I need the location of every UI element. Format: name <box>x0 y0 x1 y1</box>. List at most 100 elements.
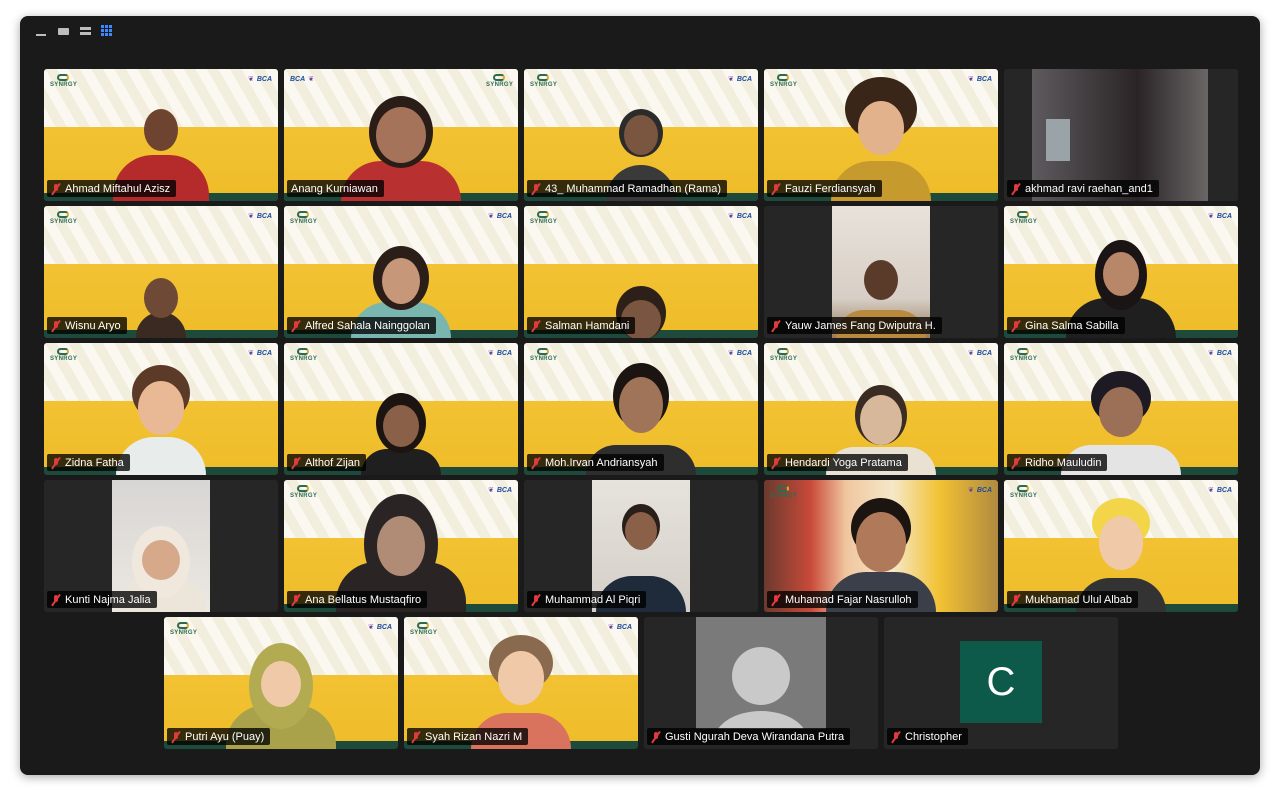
participant-tile[interactable]: SYNRGY ❦ BCA Althof Zijan <box>284 343 518 475</box>
participant-name-tag: Gina Salma Sabilla <box>1007 317 1125 334</box>
mic-muted-icon <box>771 594 781 606</box>
participant-tile[interactable]: SYNRGY ❦ BCA Ridho Mauludin <box>1004 343 1238 475</box>
bca-logo: ❦ BCA <box>1207 212 1232 221</box>
participant-name-tag: Anang Kurniawan <box>287 180 384 197</box>
synrgy-logo: SYNRGY <box>770 74 797 88</box>
bca-logo: ❦ BCA <box>727 75 752 84</box>
participant-name-tag: Christopher <box>887 728 968 745</box>
synrgy-logo: SYNRGY <box>50 211 77 225</box>
mic-muted-icon <box>891 731 901 743</box>
speaker-view-icon[interactable] <box>56 24 70 38</box>
participant-name-tag: Althof Zijan <box>287 454 367 471</box>
participant-tile[interactable]: SYNRGY ❦ BCA Mukhamad Ulul Albab <box>1004 480 1238 612</box>
mic-muted-icon <box>171 731 181 743</box>
bca-logo: ❦ BCA <box>1207 349 1232 358</box>
mic-muted-icon <box>1011 183 1021 195</box>
bca-logo: ❦ BCA <box>607 623 632 632</box>
participant-tile[interactable]: SYNRGY ❦ BCA Ana Bellatus Mustaqfiro <box>284 480 518 612</box>
participant-tile[interactable]: SYNRGY ❦ BCA Muhamad Fajar Nasrulloh <box>764 480 998 612</box>
participant-tile[interactable]: SYNRGY ❦ BCA Moh.Irvan Andriansyah <box>524 343 758 475</box>
synrgy-logo: SYNRGY <box>530 74 557 88</box>
bca-logo: ❦ BCA <box>967 349 992 358</box>
bca-logo: ❦ BCA <box>487 212 512 221</box>
participant-tile-video-off[interactable]: C Christopher <box>884 617 1118 749</box>
participant-name-tag: Zidna Fatha <box>47 454 130 471</box>
mic-muted-icon <box>651 731 661 743</box>
strip-view-icon[interactable] <box>78 24 92 38</box>
participant-tile[interactable]: SYNRGY ❦ BCA Gina Salma Sabilla <box>1004 206 1238 338</box>
bca-logo: ❦ BCA <box>967 486 992 495</box>
mic-muted-icon <box>51 457 61 469</box>
mic-muted-icon <box>51 183 61 195</box>
gallery-view-icon[interactable] <box>100 24 114 38</box>
participant-tile[interactable]: SYNRGY ❦ BCA Wisnu Aryo <box>44 206 278 338</box>
participant-name-tag: Ridho Mauludin <box>1007 454 1108 471</box>
participant-tile-active-speaker[interactable]: SYNRGY BCA ❦ Anang Kurniawan <box>284 69 518 201</box>
synrgy-logo: SYNRGY <box>290 211 317 225</box>
mic-muted-icon <box>51 320 61 332</box>
participant-name-tag: Ahmad Miftahul Azisz <box>47 180 177 197</box>
bca-logo: ❦ BCA <box>487 486 512 495</box>
synrgy-logo: SYNRGY <box>486 74 513 88</box>
participant-tile[interactable]: SYNRGY ❦ BCA Ahmad Miftahul Azisz <box>44 69 278 201</box>
bca-logo: ❦ BCA <box>247 212 272 221</box>
mic-muted-icon <box>771 183 781 195</box>
participant-tile[interactable]: SYNRGY ❦ BCA 43_ Muhammad Ramadhan (Rama) <box>524 69 758 201</box>
synrgy-logo: SYNRGY <box>770 348 797 362</box>
participant-tile[interactable]: Muhammad Al Piqri <box>524 480 758 612</box>
synrgy-logo: SYNRGY <box>50 348 77 362</box>
mic-muted-icon <box>531 594 541 606</box>
participant-name-tag: Wisnu Aryo <box>47 317 127 334</box>
synrgy-logo: SYNRGY <box>1010 485 1037 499</box>
participant-tile[interactable]: SYNRGY ❦ BCA Putri Ayu (Puay) <box>164 617 398 749</box>
participant-tile[interactable]: SYNRGY ❦ BCA Alfred Sahala Nainggolan <box>284 206 518 338</box>
bca-logo: ❦ BCA <box>727 349 752 358</box>
synrgy-logo: SYNRGY <box>530 348 557 362</box>
participant-name-tag: Mukhamad Ulul Albab <box>1007 591 1139 608</box>
participant-tile[interactable]: SYNRGY ❦ BCA Fauzi Ferdiansyah <box>764 69 998 201</box>
synrgy-logo: SYNRGY <box>290 348 317 362</box>
participant-tile[interactable]: SYNRGY ❦ BCA Zidna Fatha <box>44 343 278 475</box>
mic-muted-icon <box>531 457 541 469</box>
bca-logo: ❦ BCA <box>367 623 392 632</box>
synrgy-logo: SYNRGY <box>770 485 797 499</box>
participant-name-tag: Kunti Najma Jalia <box>47 591 157 608</box>
synrgy-logo: SYNRGY <box>50 74 77 88</box>
synrgy-logo: SYNRGY <box>170 622 197 636</box>
synrgy-logo: SYNRGY <box>290 485 317 499</box>
participant-name-tag: Salman Hamdani <box>527 317 636 334</box>
synrgy-logo: SYNRGY <box>530 211 557 225</box>
participant-name-tag: akhmad ravi raehan_and1 <box>1007 180 1159 197</box>
participant-tile-video-off[interactable]: Gusti Ngurah Deva Wirandana Putra <box>644 617 878 749</box>
minimize-icon[interactable] <box>34 24 48 38</box>
participant-name-tag: Fauzi Ferdiansyah <box>767 180 882 197</box>
mic-muted-icon <box>291 457 301 469</box>
bca-logo: ❦ BCA <box>967 75 992 84</box>
participant-name-tag: Muhamad Fajar Nasrulloh <box>767 591 918 608</box>
mic-muted-icon <box>291 594 301 606</box>
view-controls <box>34 24 114 38</box>
mic-muted-icon <box>411 731 421 743</box>
mic-muted-icon <box>771 320 781 332</box>
mic-muted-icon <box>531 320 541 332</box>
participant-tile[interactable]: SYNRGY ❦ BCA Hendardi Yoga Pratama <box>764 343 998 475</box>
synrgy-logo: SYNRGY <box>410 622 437 636</box>
participant-tile[interactable]: SYNRGY ❦ BCA Syah Rizan Nazri M <box>404 617 638 749</box>
participant-tile[interactable]: Kunti Najma Jalia <box>44 480 278 612</box>
participant-name-tag: Putri Ayu (Puay) <box>167 728 271 745</box>
mic-muted-icon <box>1011 320 1021 332</box>
bca-logo: ❦ BCA <box>1207 486 1232 495</box>
participant-tile[interactable]: Yauw James Fang Dwiputra H. <box>764 206 998 338</box>
bca-logo: ❦ BCA <box>727 212 752 221</box>
initial-avatar: C <box>960 641 1042 723</box>
participant-name-tag: 43_ Muhammad Ramadhan (Rama) <box>527 180 728 197</box>
participant-name-tag: Gusti Ngurah Deva Wirandana Putra <box>647 728 851 745</box>
participant-name-tag: Alfred Sahala Nainggolan <box>287 317 436 334</box>
mic-muted-icon <box>531 183 541 195</box>
participant-name-tag: Moh.Irvan Andriansyah <box>527 454 664 471</box>
participant-name-tag: Muhammad Al Piqri <box>527 591 647 608</box>
participant-tile[interactable]: akhmad ravi raehan_and1 <box>1004 69 1238 201</box>
participant-tile[interactable]: SYNRGY ❦ BCA Salman Hamdani <box>524 206 758 338</box>
bca-logo: ❦ BCA <box>487 349 512 358</box>
default-avatar-icon <box>696 617 826 729</box>
